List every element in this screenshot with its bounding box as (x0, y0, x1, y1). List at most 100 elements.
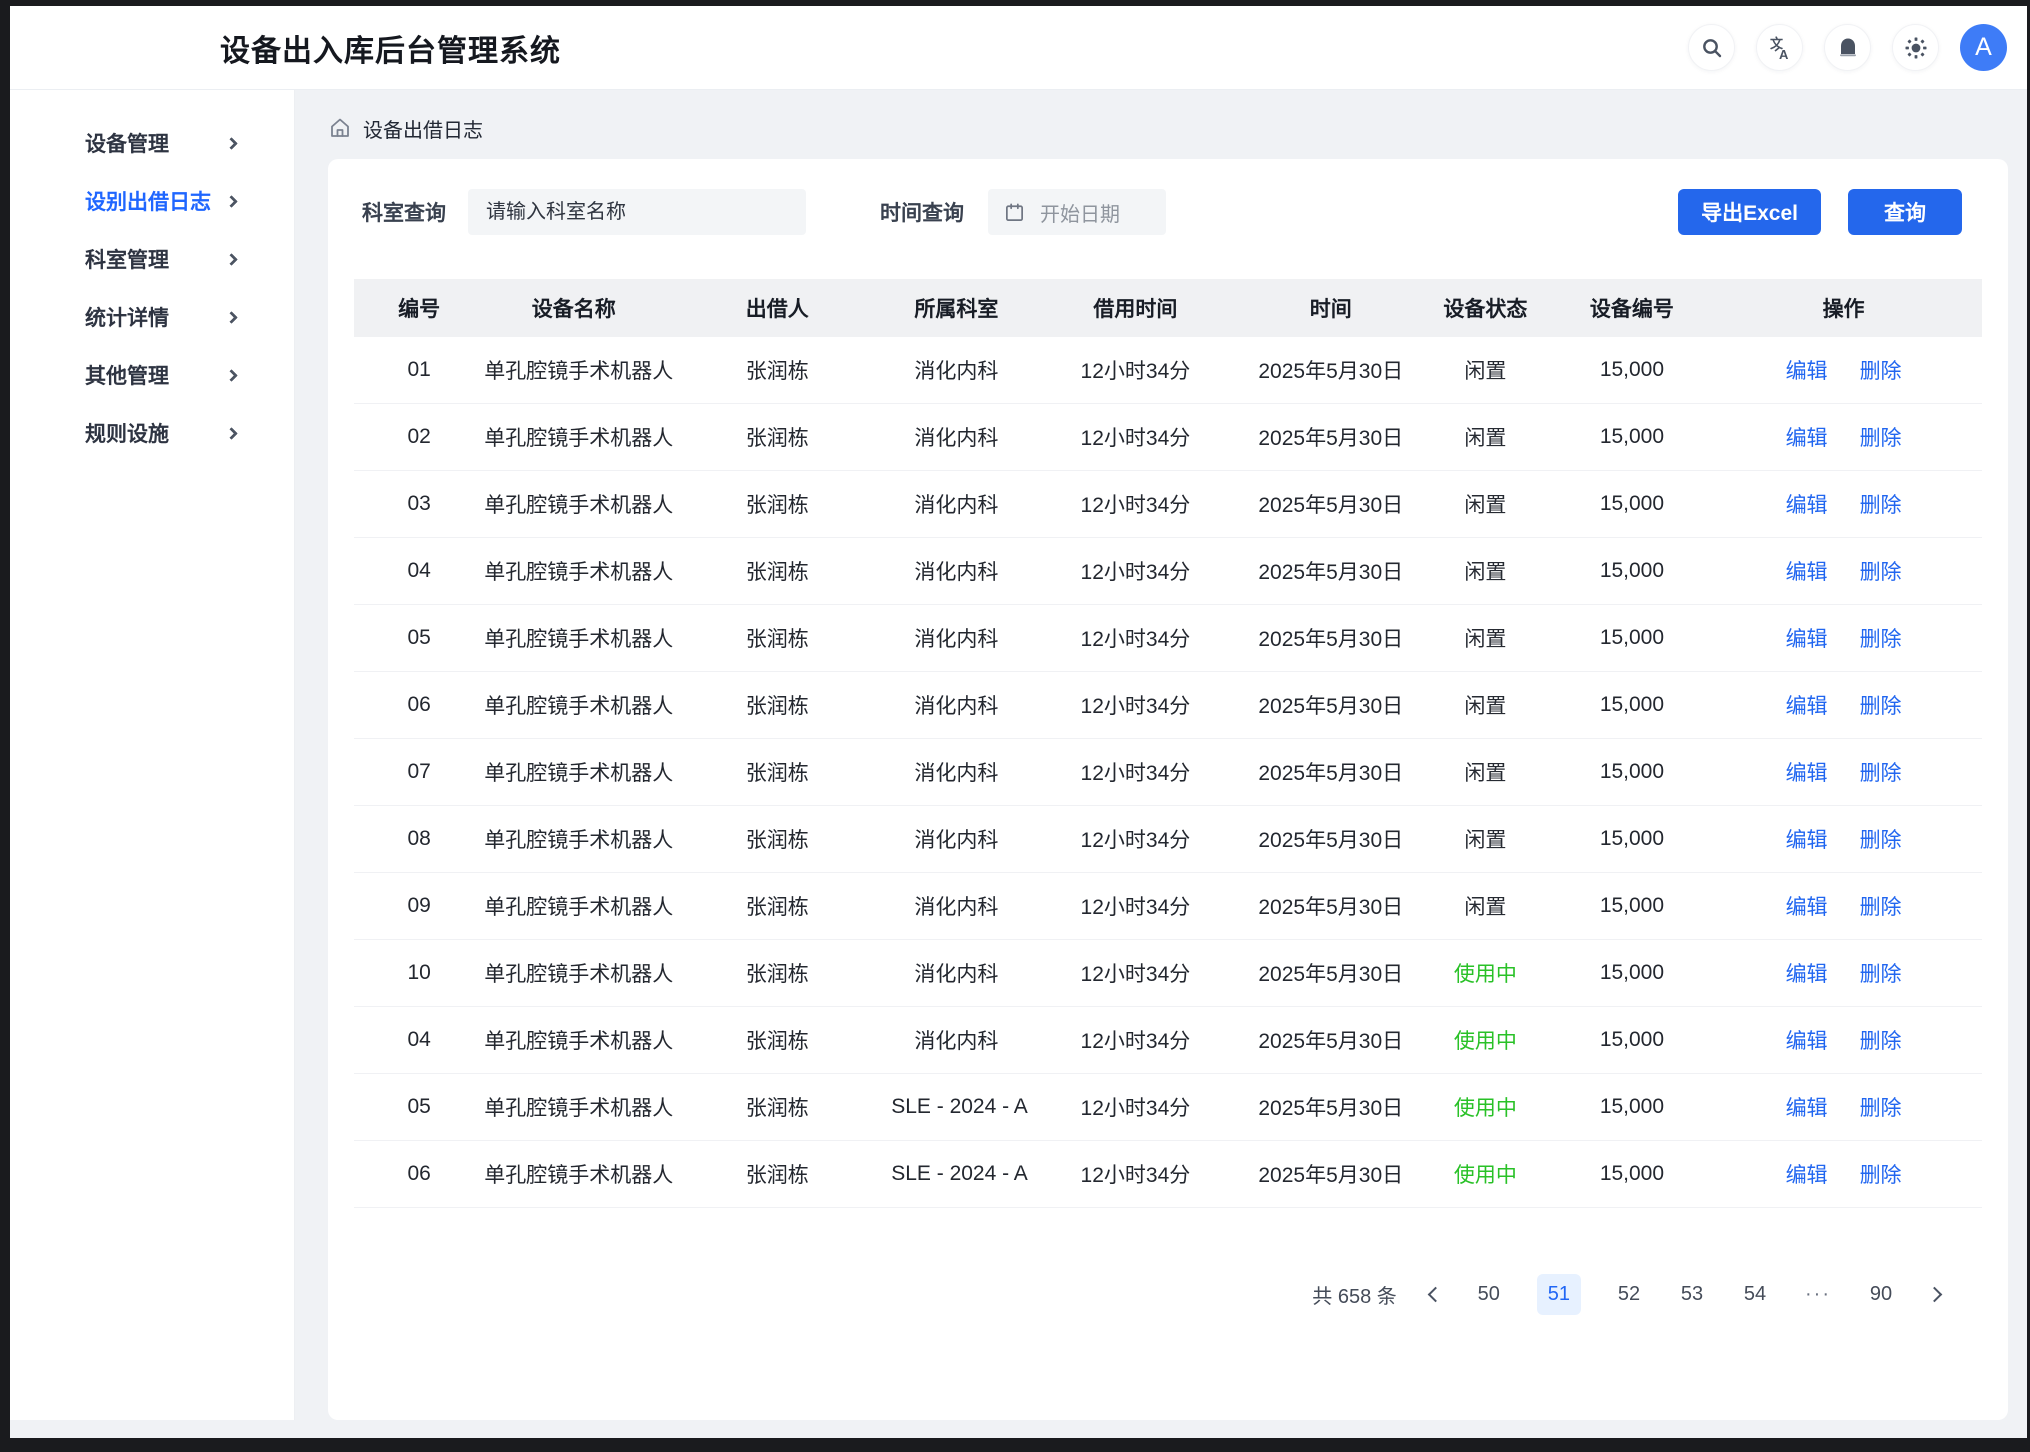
cell-device-status: 闲置 (1412, 489, 1559, 519)
cell-borrow-duration: 12小时34分 (1021, 958, 1249, 988)
cell-device-status: 闲置 (1412, 891, 1559, 921)
edit-link[interactable]: 编辑 (1786, 494, 1828, 517)
delete-link[interactable]: 删除 (1860, 1164, 1902, 1187)
cell-no: 02 (354, 425, 484, 449)
delete-link[interactable]: 删除 (1860, 1097, 1902, 1120)
delete-link[interactable]: 删除 (1860, 628, 1902, 651)
cell-device-name: 单孔腔镜手术机器人 (484, 1025, 663, 1055)
table-row: 10单孔腔镜手术机器人张润栋消化内科12小时34分2025年5月30日使用中15… (354, 940, 1982, 1007)
start-date-input[interactable]: 开始日期 (988, 189, 1166, 235)
sidebar-item-统计详情[interactable]: 统计详情 (10, 288, 294, 346)
edit-link[interactable]: 编辑 (1786, 963, 1828, 986)
cell-device-name: 单孔腔镜手术机器人 (484, 489, 663, 519)
header-actions: 文 A (1688, 24, 2007, 71)
cell-device-name: 单孔腔镜手术机器人 (484, 891, 663, 921)
cell-date: 2025年5月30日 (1249, 824, 1412, 854)
cell-department: SLE - 2024 - A (891, 1162, 1021, 1186)
svg-text:A: A (1779, 47, 1789, 61)
page-number-90[interactable]: 90 (1866, 1283, 1896, 1306)
cell-no: 09 (354, 894, 484, 918)
notification-bell-icon[interactable] (1824, 24, 1871, 71)
export-excel-button[interactable]: 导出Excel (1678, 189, 1821, 235)
app-title: 设备出入库后台管理系统 (220, 26, 561, 70)
cell-device-number: 15,000 (1559, 827, 1706, 851)
edit-link[interactable]: 编辑 (1786, 762, 1828, 785)
delete-link[interactable]: 删除 (1860, 494, 1902, 517)
cell-borrower: 张润栋 (663, 757, 891, 787)
translate-icon[interactable]: 文 A (1756, 24, 1803, 71)
delete-link[interactable]: 删除 (1860, 1030, 1902, 1053)
cell-borrower: 张润栋 (663, 1159, 891, 1189)
delete-link[interactable]: 删除 (1860, 695, 1902, 718)
delete-link[interactable]: 删除 (1860, 360, 1902, 383)
cell-date: 2025年5月30日 (1249, 1159, 1412, 1189)
next-page-icon[interactable] (1927, 1287, 1943, 1303)
cell-department: SLE - 2024 - A (891, 1095, 1021, 1119)
page-number-53[interactable]: 53 (1677, 1283, 1707, 1306)
edit-link[interactable]: 编辑 (1786, 695, 1828, 718)
edit-link[interactable]: 编辑 (1786, 1097, 1828, 1120)
cell-device-number: 15,000 (1559, 559, 1706, 583)
edit-link[interactable]: 编辑 (1786, 896, 1828, 919)
edit-link[interactable]: 编辑 (1786, 1030, 1828, 1053)
cell-device-name: 单孔腔镜手术机器人 (484, 958, 663, 988)
page-items: 50 51 52 53 54 ··· 90 (1474, 1274, 1896, 1315)
cell-actions: 编辑 删除 (1705, 556, 1982, 586)
cell-device-name: 单孔腔镜手术机器人 (484, 690, 663, 720)
page-ellipsis[interactable]: ··· (1803, 1283, 1833, 1306)
cell-borrow-duration: 12小时34分 (1021, 690, 1249, 720)
edit-link[interactable]: 编辑 (1786, 561, 1828, 584)
edit-link[interactable]: 编辑 (1786, 628, 1828, 651)
search-icon[interactable] (1688, 24, 1735, 71)
cell-device-name: 单孔腔镜手术机器人 (484, 355, 663, 385)
sidebar: 设备管理设别出借日志科室管理统计详情其他管理规则设施 (10, 90, 295, 1420)
delete-link[interactable]: 删除 (1860, 762, 1902, 785)
cell-device-status: 闲置 (1412, 623, 1559, 653)
cell-no: 01 (354, 358, 484, 382)
delete-link[interactable]: 删除 (1860, 427, 1902, 450)
column-header: 时间 (1249, 293, 1412, 323)
user-avatar[interactable]: A (1960, 24, 2007, 71)
page-number-50[interactable]: 50 (1474, 1283, 1504, 1306)
page-number-54[interactable]: 54 (1740, 1283, 1770, 1306)
sidebar-item-科室管理[interactable]: 科室管理 (10, 230, 294, 288)
theme-icon[interactable] (1892, 24, 1939, 71)
pagination: 共 658 条 5051525354···90 (354, 1274, 1982, 1315)
edit-link[interactable]: 编辑 (1786, 829, 1828, 852)
prev-page-icon[interactable] (1427, 1287, 1443, 1303)
sidebar-item-设别出借日志[interactable]: 设别出借日志 (10, 172, 294, 230)
delete-link[interactable]: 删除 (1860, 896, 1902, 919)
cell-date: 2025年5月30日 (1249, 958, 1412, 988)
sidebar-item-设备管理[interactable]: 设备管理 (10, 114, 294, 172)
column-header: 编号 (354, 293, 484, 323)
home-icon[interactable] (328, 116, 352, 140)
sidebar-item-规则设施[interactable]: 规则设施 (10, 404, 294, 462)
cell-department: 消化内科 (891, 824, 1021, 854)
cell-device-name: 单孔腔镜手术机器人 (484, 1159, 663, 1189)
cell-date: 2025年5月30日 (1249, 757, 1412, 787)
edit-link[interactable]: 编辑 (1786, 360, 1828, 383)
cell-department: 消化内科 (891, 891, 1021, 921)
table-row: 05单孔腔镜手术机器人张润栋SLE - 2024 - A12小时34分2025年… (354, 1074, 1982, 1141)
edit-link[interactable]: 编辑 (1786, 427, 1828, 450)
column-header: 设备状态 (1412, 293, 1559, 323)
page-number-52[interactable]: 52 (1614, 1283, 1644, 1306)
edit-link[interactable]: 编辑 (1786, 1164, 1828, 1187)
query-button[interactable]: 查询 (1848, 189, 1962, 235)
dept-search-input[interactable] (468, 189, 806, 235)
delete-link[interactable]: 删除 (1860, 963, 1902, 986)
cell-department: 消化内科 (891, 556, 1021, 586)
app-frame: { "app": { "title": "设备出入库后台管理系统" }, "he… (0, 0, 2030, 1452)
chevron-right-icon (225, 253, 238, 266)
chevron-right-icon (225, 427, 238, 440)
cell-date: 2025年5月30日 (1249, 489, 1412, 519)
page-number-51[interactable]: 51 (1537, 1274, 1581, 1315)
cell-borrow-duration: 12小时34分 (1021, 355, 1249, 385)
sidebar-item-其他管理[interactable]: 其他管理 (10, 346, 294, 404)
delete-link[interactable]: 删除 (1860, 829, 1902, 852)
cell-no: 05 (354, 626, 484, 650)
cell-device-status: 使用中 (1412, 1025, 1559, 1055)
delete-link[interactable]: 删除 (1860, 561, 1902, 584)
dept-filter-label: 科室查询 (362, 197, 446, 227)
table-row: 04单孔腔镜手术机器人张润栋消化内科12小时34分2025年5月30日使用中15… (354, 1007, 1982, 1074)
